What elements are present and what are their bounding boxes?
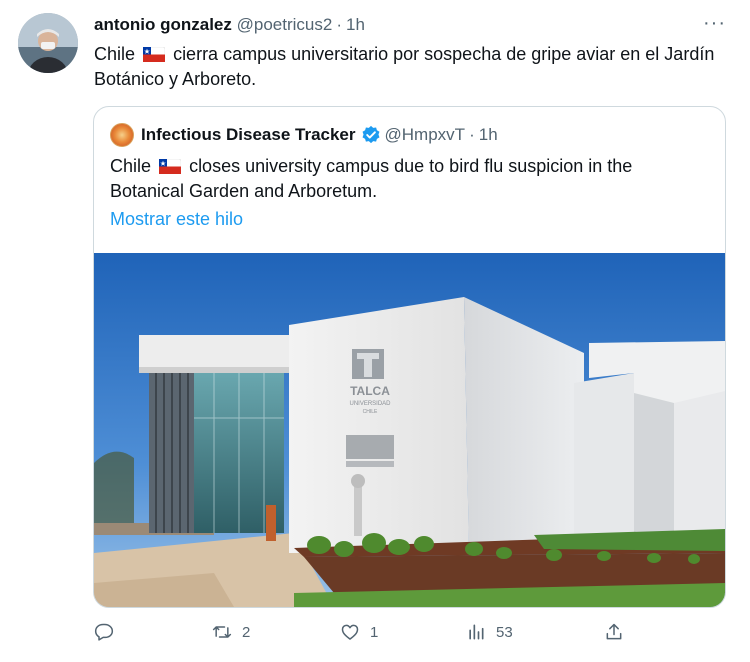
timestamp[interactable]: 1h	[346, 15, 365, 34]
like-count: 1	[370, 623, 379, 641]
photo-sign-line3: CHILE	[363, 409, 378, 415]
quoted-tweet[interactable]: Infectious Disease Tracker @HmpxvT · 1h Ch…	[93, 106, 726, 608]
tweet-text-rest: cierra campus universitario por sospecha…	[94, 44, 715, 89]
tweet-text-start: Chile	[94, 44, 136, 64]
quoted-text-start: Chile	[110, 156, 152, 176]
tweet[interactable]: antonio gonzalez @poetricus2 · 1h ··· Chil…	[0, 0, 750, 662]
user-handle[interactable]: @poetricus2	[237, 15, 333, 34]
separator-dot: ·	[469, 125, 475, 144]
retweet-count: 2	[242, 623, 251, 641]
separator-dot: ·	[336, 15, 342, 34]
share-icon	[606, 623, 622, 640]
quoted-tweet-header: Infectious Disease Tracker @HmpxvT · 1h	[110, 123, 498, 147]
share-button[interactable]	[604, 622, 634, 642]
avatar-photo	[18, 13, 78, 73]
tweet-actions: 2 1 53	[94, 620, 634, 650]
quoted-media-photo[interactable]: TALCA UNIVERSIDAD CHILE	[94, 253, 725, 607]
avatar[interactable]	[18, 13, 78, 73]
photo-sign-line1: TALCA	[350, 384, 390, 398]
quoted-timestamp[interactable]: 1h	[479, 124, 498, 146]
views-chart-icon	[469, 624, 484, 640]
display-name[interactable]: antonio gonzalez	[94, 15, 232, 34]
reply-button[interactable]	[94, 622, 124, 642]
quoted-user-handle[interactable]: @HmpxvT	[385, 124, 466, 146]
heart-icon	[341, 624, 359, 640]
quoted-avatar[interactable]	[110, 123, 134, 147]
photo-sign-line2: UNIVERSIDAD	[349, 401, 391, 407]
verified-badge-icon	[362, 125, 379, 144]
views-button[interactable]: 53	[466, 622, 513, 642]
more-options-icon[interactable]: ···	[703, 12, 726, 35]
retweet-icon	[212, 626, 232, 638]
retweet-button[interactable]: 2	[212, 622, 250, 642]
views-count: 53	[496, 623, 513, 641]
quoted-text-rest: closes university campus due to bird flu…	[110, 156, 633, 201]
tweet-header: antonio gonzalez @poetricus2 · 1h	[94, 14, 365, 36]
quoted-tweet-text: Chile closes university campus due to bi…	[110, 154, 710, 204]
chile-flag-icon	[143, 47, 166, 62]
quoted-display-name[interactable]: Infectious Disease Tracker	[141, 124, 356, 146]
tweet-text: Chile cierra campus universitario por so…	[94, 42, 734, 92]
like-button[interactable]: 1	[340, 622, 378, 642]
reply-icon	[94, 623, 114, 641]
show-thread-link[interactable]: Mostrar este hilo	[110, 209, 243, 230]
chile-flag-icon	[159, 159, 182, 174]
